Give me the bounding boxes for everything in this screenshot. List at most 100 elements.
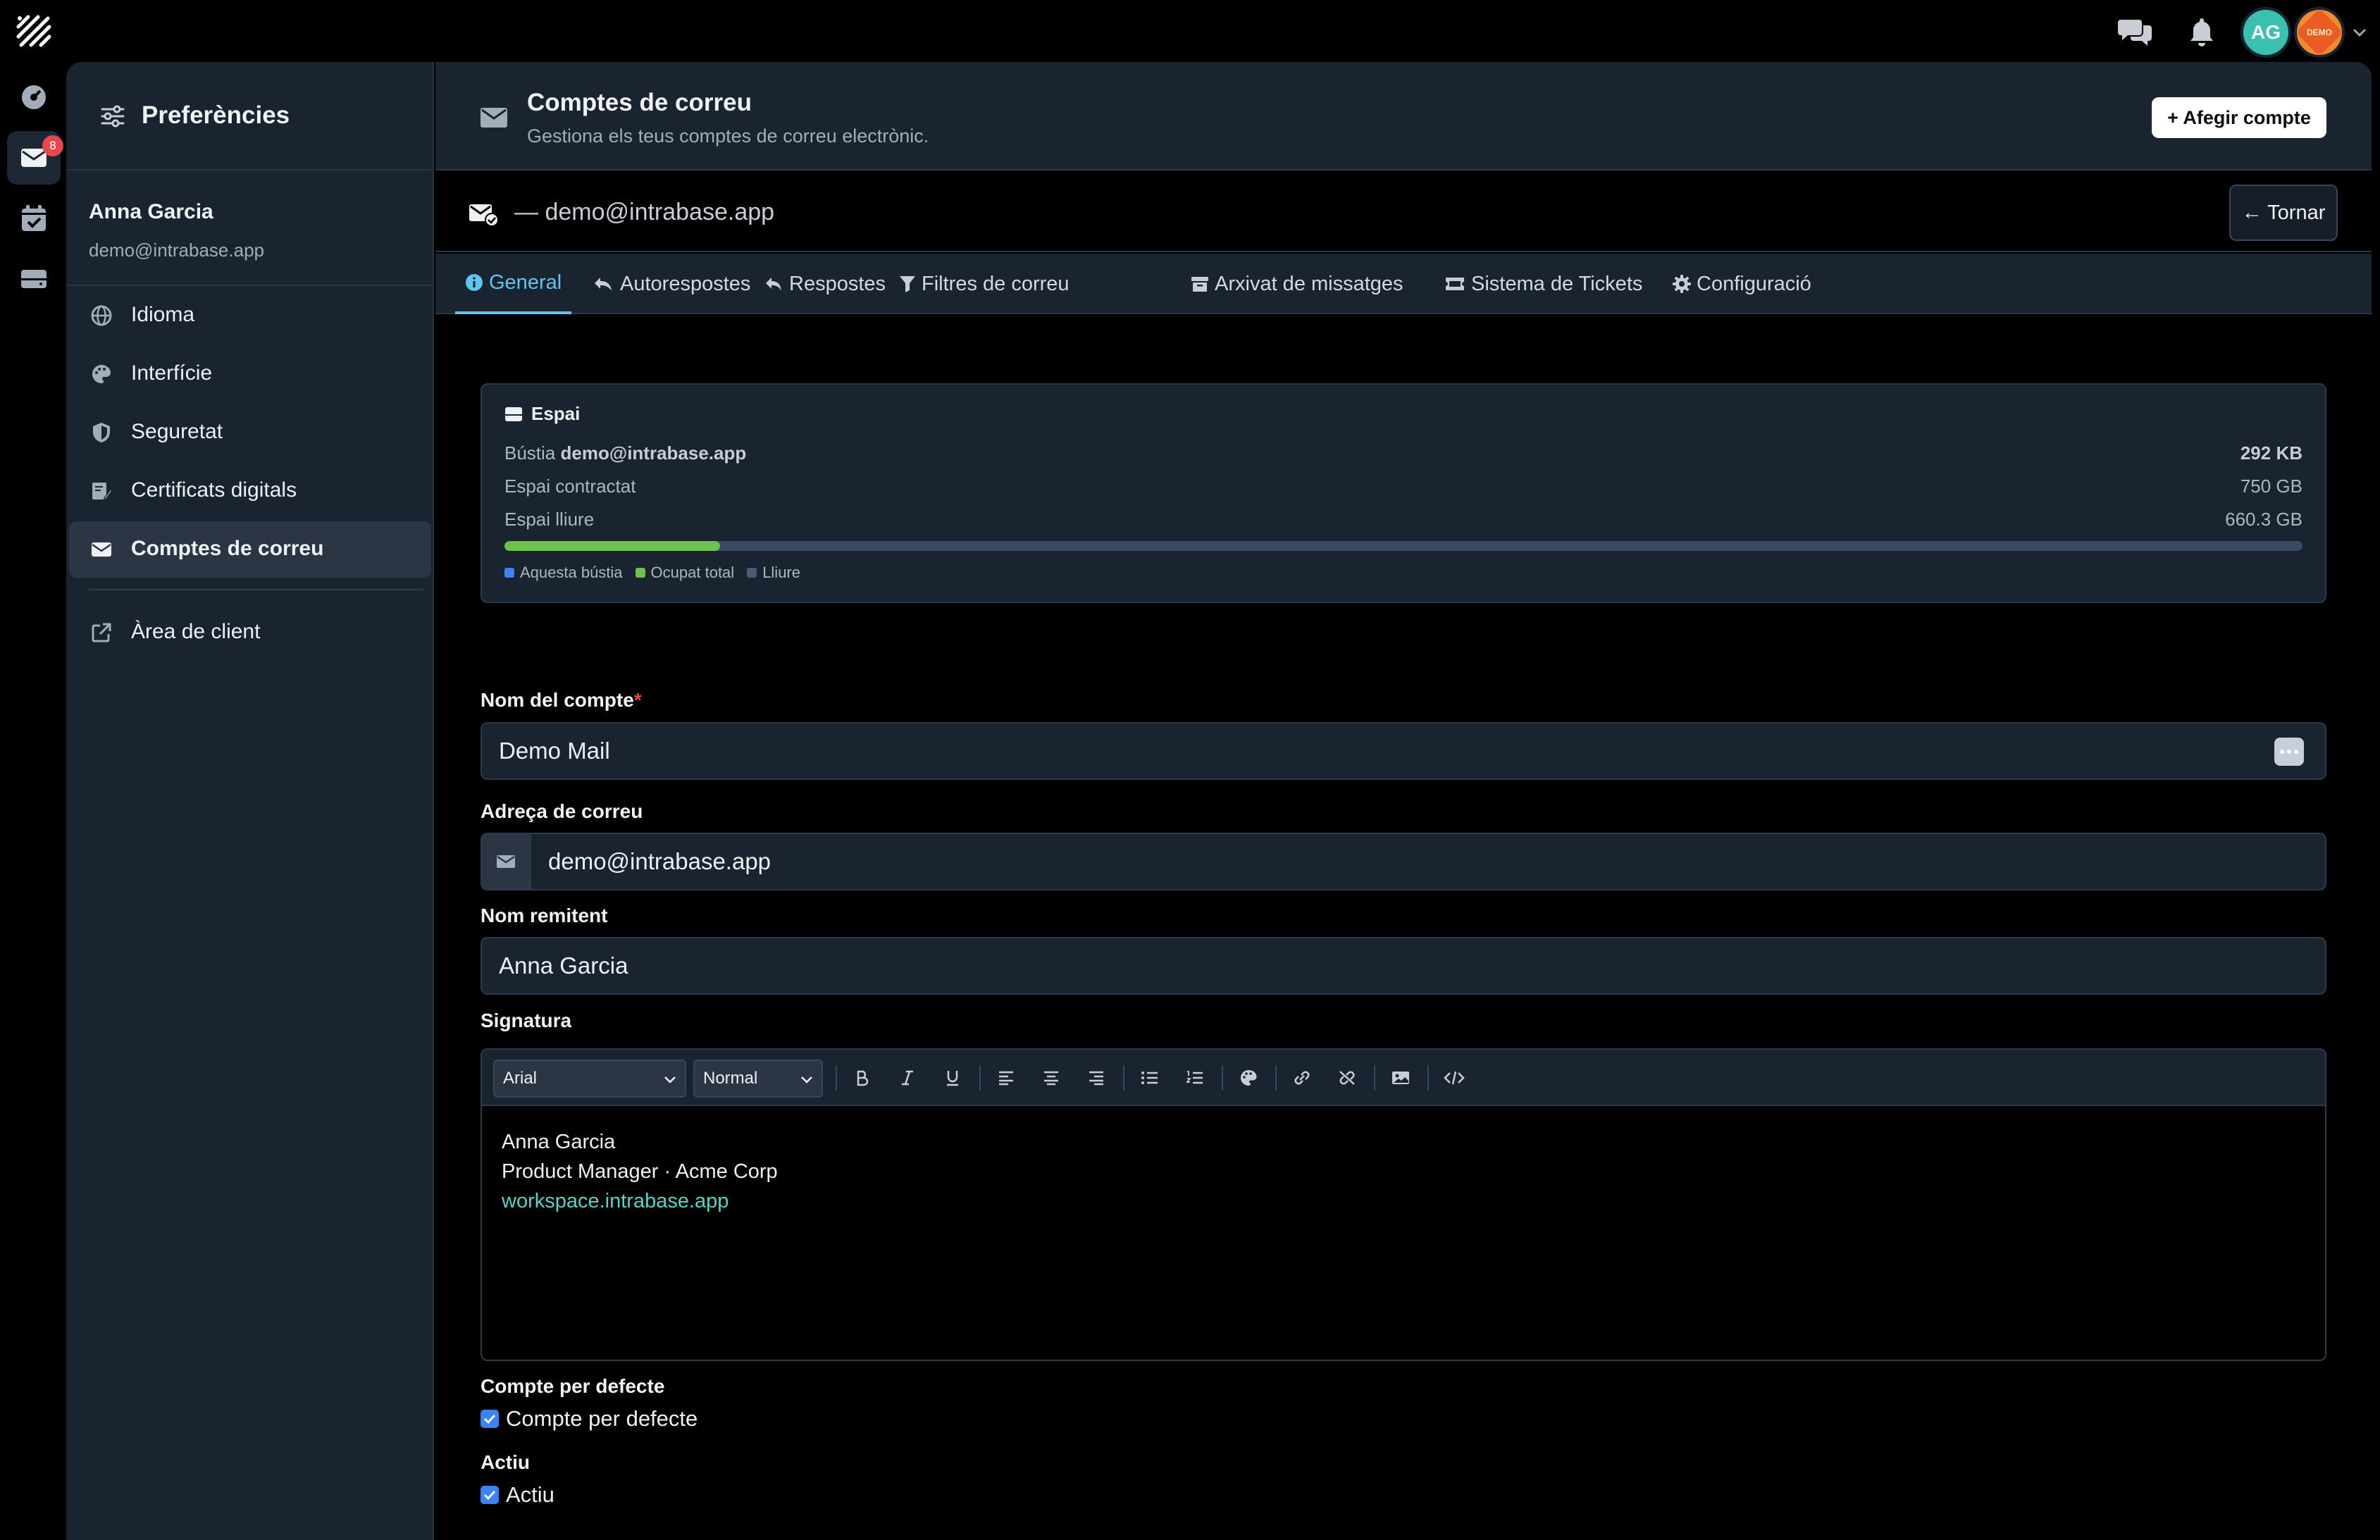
legend-swatch (635, 568, 645, 578)
align-right-icon (1089, 1071, 1103, 1086)
contracted-label: Espai contractat (504, 476, 636, 497)
insert-image-button[interactable] (1388, 1065, 1413, 1091)
hard-drive-icon (21, 270, 47, 288)
sidebar-item-idioma[interactable]: Idioma (69, 287, 431, 344)
align-left-button[interactable] (993, 1065, 1019, 1091)
sidebar-divider (87, 589, 424, 590)
storage-usage-bar (504, 541, 2302, 551)
sidebar-title: Preferències (142, 101, 290, 129)
tenant-avatar[interactable]: DEMO (2294, 7, 2345, 58)
sidebar-item-area-client[interactable]: Àrea de client (69, 604, 431, 661)
demo-badge: DEMO (2307, 27, 2332, 37)
sender-name-input[interactable]: Anna Garcia (481, 937, 2326, 995)
rail-storage[interactable] (7, 252, 61, 306)
numbered-list-button[interactable] (1182, 1065, 1208, 1091)
signature-line: Product Manager · Acme Corp (502, 1160, 778, 1183)
storage-title-text: Espai (531, 403, 581, 424)
font-family-select[interactable]: Arial (493, 1060, 686, 1098)
sidebar-item-label: Idioma (131, 303, 195, 326)
bullet-list-button[interactable] (1137, 1065, 1163, 1091)
chevron-down-icon[interactable] (2350, 24, 2369, 41)
bold-button[interactable] (850, 1065, 875, 1091)
active-label: Actiu (481, 1451, 530, 1473)
tab-filtres[interactable]: Filtres de correu (889, 254, 1079, 314)
sidebar-item-seguretat[interactable]: Seguretat (69, 404, 431, 461)
app-logo[interactable] (14, 13, 54, 49)
filter-icon (900, 276, 915, 292)
rail-mail[interactable]: 8 (7, 131, 63, 185)
sidebar-item-certificats[interactable]: Certificats digitals (69, 463, 431, 519)
envelope-icon (497, 855, 515, 868)
tab-label: Sistema de Tickets (1471, 272, 1643, 295)
add-account-button[interactable]: + Afegir compte (2152, 97, 2326, 138)
remove-link-button[interactable] (1334, 1065, 1360, 1091)
sidebar-item-label: Seguretat (131, 420, 223, 443)
signature-editor: Arial Normal Anna Garcia Product Manager… (481, 1048, 2326, 1361)
account-name-input[interactable]: Demo Mail (481, 722, 2326, 780)
sidebar-item-interficie[interactable]: Interfície (69, 346, 431, 402)
contracted-value: 750 GB (2240, 476, 2302, 497)
text-color-button[interactable] (1236, 1065, 1261, 1091)
italic-button[interactable] (895, 1065, 920, 1091)
external-link-icon (92, 623, 111, 642)
sidebar-header: Preferències (66, 62, 433, 170)
sidebar-item-label: Comptes de correu (131, 537, 324, 560)
underline-icon (947, 1071, 958, 1086)
top-bar: AG DEMO (0, 0, 2380, 62)
user-email: demo@intrabase.app (89, 240, 264, 261)
editor-toolbar: Arial Normal (482, 1050, 2325, 1106)
signature-line: Anna Garcia (502, 1131, 616, 1153)
tab-configuracio[interactable]: Configuració (1663, 254, 1821, 314)
required-mark: * (633, 689, 642, 711)
default-account-checkbox[interactable] (481, 1410, 499, 1428)
signature-content[interactable]: Anna Garcia Product Manager · Acme Corp … (502, 1127, 778, 1216)
more-options-icon[interactable] (2274, 738, 2304, 766)
envelope-check-icon (469, 204, 499, 227)
legend-item: Lliure (747, 564, 800, 582)
bell-icon[interactable] (2184, 15, 2219, 48)
envelope-icon (92, 542, 111, 557)
free-label: Espai lliure (504, 509, 595, 530)
tab-autorespostes[interactable]: Autorespostes (583, 254, 760, 314)
email-label: Adreça de correu (481, 800, 643, 822)
bullet-list-icon (1141, 1072, 1158, 1084)
rail-dashboard[interactable] (7, 70, 61, 124)
insert-link-button[interactable] (1289, 1065, 1315, 1091)
align-center-button[interactable] (1039, 1065, 1064, 1091)
user-card: Anna Garcia demo@intrabase.app (66, 172, 433, 286)
chevron-down-icon (801, 1076, 812, 1083)
font-size-select[interactable]: Normal (693, 1060, 823, 1098)
bold-icon (857, 1070, 869, 1086)
back-button[interactable]: ← Tornar (2229, 185, 2338, 241)
account-name-label: Nom del compte* (481, 689, 642, 711)
tab-arxivat[interactable]: Arxivat de missatges (1181, 254, 1413, 314)
palette-icon (1241, 1070, 1257, 1086)
calendar-check-icon (22, 205, 46, 231)
legend-label: Aquesta bústia (520, 564, 623, 581)
storage-title: Espai (504, 403, 580, 425)
app-shell: Preferències Anna Garcia demo@intrabase.… (66, 62, 2372, 1540)
tab-label: Arxivat de missatges (1215, 272, 1403, 295)
tab-general[interactable]: General (455, 254, 572, 314)
align-center-icon (1044, 1071, 1058, 1086)
legend-item: Aquesta bústia (504, 564, 623, 582)
tab-label: Autorespostes (620, 272, 751, 295)
sidebar-item-comptes-correu[interactable]: Comptes de correu (69, 521, 431, 578)
email-field[interactable]: demo@intrabase.app (530, 833, 2326, 890)
default-account-option[interactable]: Compte per defecte (481, 1406, 698, 1432)
chat-icon[interactable] (2118, 15, 2153, 48)
tab-respostes[interactable]: Respostes (754, 254, 895, 314)
active-option[interactable]: Actiu (481, 1482, 554, 1508)
source-code-button[interactable] (1442, 1065, 1467, 1091)
account-bar: — demo@intrabase.app (435, 172, 2372, 252)
tab-tickets[interactable]: Sistema de Tickets (1434, 254, 1652, 314)
user-avatar[interactable]: AG (2240, 7, 2291, 58)
free-space-row: Espai lliure 660.3 GB (504, 509, 2302, 530)
mailbox-prefix: Bústia (504, 442, 556, 464)
rail-calendar[interactable] (7, 192, 61, 245)
active-checkbox[interactable] (481, 1486, 499, 1504)
signature-link[interactable]: workspace.intrabase.app (502, 1186, 778, 1216)
align-right-button[interactable] (1084, 1065, 1109, 1091)
underline-button[interactable] (940, 1065, 965, 1091)
email-addon (481, 833, 531, 890)
